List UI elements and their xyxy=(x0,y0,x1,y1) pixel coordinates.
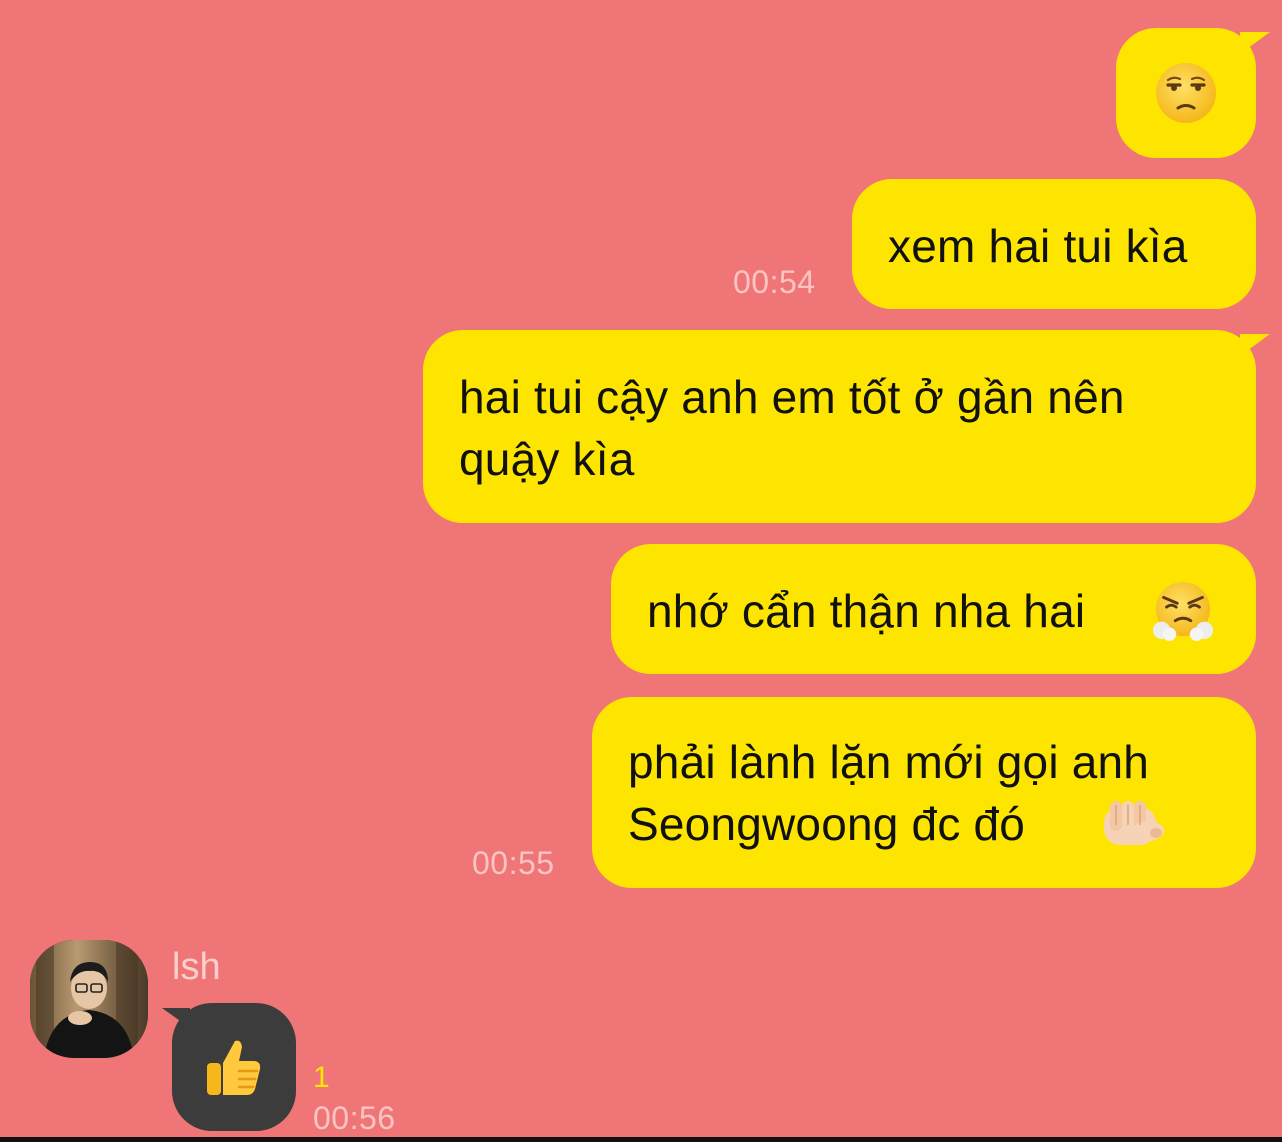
message-time: 00:56 xyxy=(313,1100,396,1136)
bottom-edge xyxy=(0,1137,1282,1142)
message-bubble-outgoing[interactable]: phải lành lặn mới gọi anh Seongwoong đc … xyxy=(592,697,1256,888)
chat-view: 00:54 xem hai tui kìa hai tui cậy anh em… xyxy=(0,0,1282,1138)
bubble-tail xyxy=(162,1008,190,1028)
face-with-steam-from-nose-emoji-icon xyxy=(1152,581,1214,642)
backhand-index-pointing-at-viewer-emoji-icon xyxy=(1104,801,1164,845)
message-bubble-outgoing[interactable]: hai tui cậy anh em tốt ở gần nên quậy kì… xyxy=(423,330,1256,523)
message-bubble-outgoing[interactable]: xem hai tui kìa xyxy=(852,179,1256,309)
bubble-tail xyxy=(1240,32,1270,54)
unread-count: 1 xyxy=(313,1061,330,1094)
message-text: xem hai tui kìa xyxy=(888,220,1188,272)
message-text-line: hai tui cậy anh em tốt ở gần nên xyxy=(459,371,1125,423)
message-text-line: phải lành lặn mới gọi anh xyxy=(628,736,1150,788)
message-bubble-outgoing[interactable] xyxy=(1116,28,1256,158)
message-bubble-incoming[interactable] xyxy=(172,1003,296,1131)
message-time: 00:54 xyxy=(733,264,816,300)
message-bubble-outgoing[interactable]: nhớ cẩn thận nha hai xyxy=(611,544,1256,674)
bubble-tail xyxy=(1240,334,1270,356)
message-text: nhớ cẩn thận nha hai xyxy=(647,585,1086,637)
profile-photo xyxy=(30,940,148,1058)
avatar[interactable] xyxy=(30,940,148,1058)
unamused-face-emoji-icon xyxy=(1156,63,1216,123)
sender-name: lsh xyxy=(172,946,221,988)
message-time: 00:55 xyxy=(472,845,555,881)
thumbs-up-emoji-icon xyxy=(207,1040,261,1095)
message-text-line: quậy kìa xyxy=(459,433,635,485)
message-text: Seongwoong đc đó xyxy=(628,798,1026,850)
